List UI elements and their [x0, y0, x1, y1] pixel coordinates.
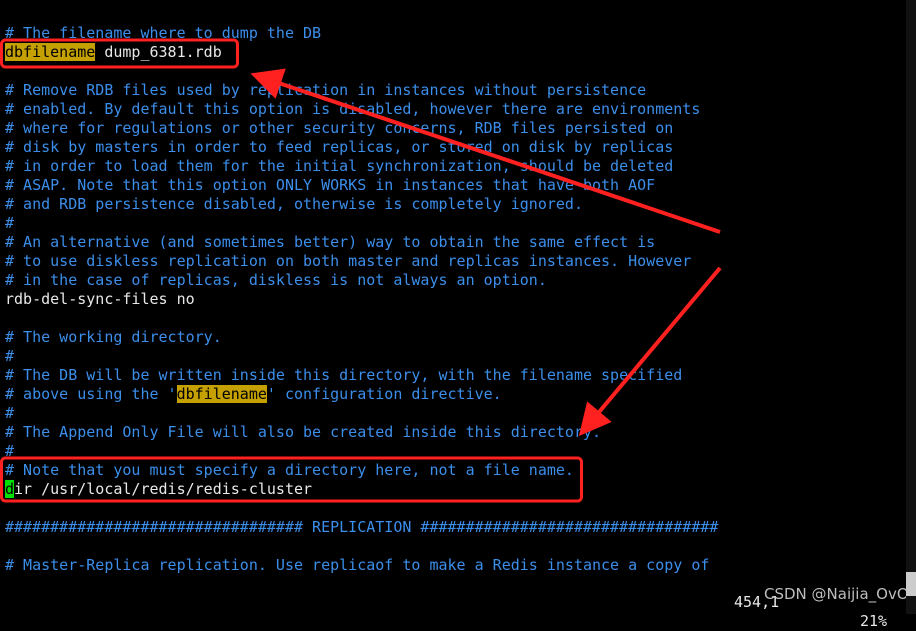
arrow-to-dir [578, 266, 722, 437]
highlight-box-dbfilename [0, 38, 239, 69]
arrow-to-dbfilename [250, 68, 721, 234]
highlight-box-dir [0, 456, 583, 503]
scroll-percent: 21% [860, 612, 888, 630]
annotations [0, 38, 722, 503]
